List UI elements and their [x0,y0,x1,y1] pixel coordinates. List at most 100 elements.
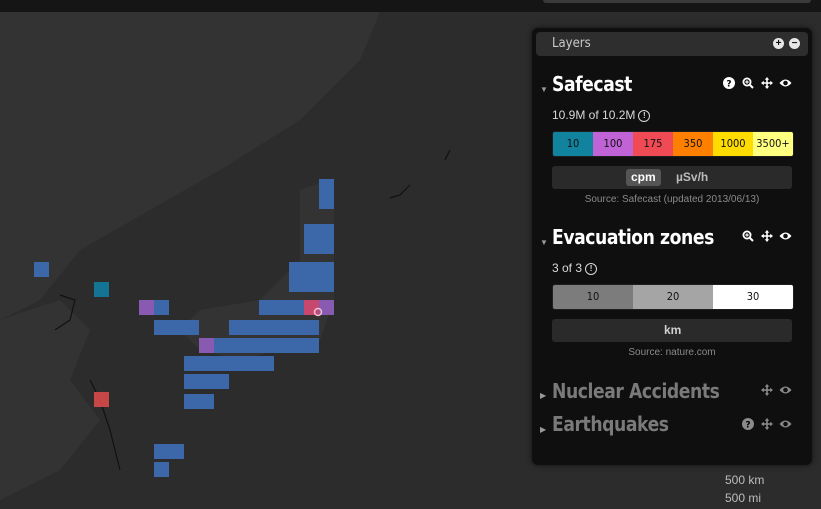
measurement-cell[interactable] [304,277,319,292]
move-icon[interactable] [760,383,773,396]
measurement-cell[interactable] [304,239,319,254]
evacuation-title[interactable]: Evacuation zones [552,225,714,249]
measurement-cell[interactable] [289,277,304,292]
measurement-cell[interactable] [154,320,169,335]
measurement-cell[interactable] [319,224,334,239]
measurement-cell[interactable] [274,338,289,353]
zoom-icon[interactable] [741,229,754,242]
measurement-cell[interactable] [229,356,244,371]
measurement-cell[interactable] [184,320,199,335]
measurement-cell[interactable] [199,374,214,389]
measurement-cell[interactable] [154,300,169,315]
move-icon[interactable] [760,76,773,89]
measurement-cell[interactable] [244,338,259,353]
unit-km[interactable]: km [659,322,686,339]
earthquakes-icons: ? [741,417,792,430]
measurement-cell[interactable] [34,262,49,277]
help-icon[interactable]: ? [722,76,735,89]
measurement-cell[interactable] [184,394,199,409]
measurement-cell[interactable] [304,300,319,315]
scale-mi: 500 mi [725,491,762,505]
eye-icon[interactable] [779,76,792,89]
expand-caret-icon[interactable]: ▼ [540,85,548,94]
measurement-cell[interactable] [169,444,184,459]
safecast-icons: ? [722,76,792,89]
plus-circle-icon[interactable]: + [773,38,784,49]
safecast-count: 10.9M of 10.2M! [552,108,651,122]
scale-km: 500 km [725,473,765,487]
expand-caret-icon[interactable]: ▼ [540,238,548,247]
measurement-cell[interactable] [274,320,289,335]
measurement-cell[interactable] [304,262,319,277]
measurement-cell[interactable] [154,444,169,459]
collapse-caret-icon[interactable]: ▶ [540,425,546,434]
measurement-cell[interactable] [184,356,199,371]
zoom-icon[interactable] [741,76,754,89]
info-icon[interactable]: ! [638,110,651,122]
measurement-cell[interactable] [259,320,274,335]
measurement-cell[interactable] [289,262,304,277]
safecast-source: Source: Safecast (updated 2013/06/13) [584,194,760,205]
measurement-cell[interactable] [244,320,259,335]
measurement-cell[interactable] [289,300,304,315]
measurement-cell[interactable] [214,356,229,371]
measurement-cell[interactable] [304,338,319,353]
measurement-cell[interactable] [199,338,214,353]
eye-icon[interactable] [779,229,792,242]
measurement-cell[interactable] [304,320,319,335]
collapse-caret-icon[interactable]: ▶ [540,391,546,400]
measurement-cell[interactable] [304,224,319,239]
measurement-cell[interactable] [274,300,289,315]
measurement-cell[interactable] [289,338,304,353]
safecast-count-text: 10.9M of 10.2M [552,108,636,122]
measurement-cell[interactable] [229,338,244,353]
measurement-cell[interactable] [214,374,229,389]
measurement-cell[interactable] [259,356,274,371]
measurement-cell[interactable] [319,262,334,277]
layers-header: Layers + − [536,32,808,56]
unit-cpm[interactable]: cpm [626,169,661,186]
measurement-cell[interactable] [259,338,274,353]
measurement-cell[interactable] [154,462,169,477]
help-icon[interactable]: ? [741,417,754,430]
info-icon[interactable]: ! [585,263,598,275]
scale-350: 350 [673,132,713,156]
search-field[interactable] [543,0,811,3]
measurement-cell[interactable] [214,338,229,353]
zone-30: 30 [713,285,793,309]
zone-20: 20 [633,285,713,309]
move-icon[interactable] [760,417,773,430]
unit-usvh[interactable]: µSv/h [671,169,713,186]
cpm-color-scale: 10 100 175 350 1000 3500+ [552,131,794,157]
measurement-cell[interactable] [184,374,199,389]
measurement-cell[interactable] [169,320,184,335]
zone-scale: 10 20 30 [552,284,794,310]
safecast-title[interactable]: Safecast [552,72,632,96]
measurement-cell[interactable] [139,300,154,315]
measurement-cell[interactable] [319,239,334,254]
minus-circle-icon[interactable]: − [789,38,800,49]
earthquakes-title[interactable]: Earthquakes [552,412,669,436]
measurement-cell[interactable] [319,194,334,209]
measurement-cell[interactable] [289,320,304,335]
unit-toggle: cpm µSv/h [552,166,792,189]
measurement-cell[interactable] [199,394,214,409]
scale-1000: 1000 [713,132,753,156]
eye-icon[interactable] [779,383,792,396]
measurement-cell[interactable] [259,300,274,315]
move-icon[interactable] [760,229,773,242]
layers-title: Layers [552,36,591,51]
scale-10: 10 [553,132,593,156]
measurement-cell[interactable] [319,179,334,194]
eye-icon[interactable] [779,417,792,430]
nuclear-title[interactable]: Nuclear Accidents [552,379,720,403]
measurement-cell[interactable] [319,277,334,292]
measurement-cell[interactable] [94,282,109,297]
scale-175: 175 [633,132,673,156]
zone-unit-bar: km [552,319,792,342]
measurement-cell[interactable] [244,356,259,371]
svg-text:?: ? [745,420,750,430]
measurement-cell[interactable] [229,320,244,335]
measurement-cell[interactable] [94,392,109,407]
measurement-cell[interactable] [199,356,214,371]
